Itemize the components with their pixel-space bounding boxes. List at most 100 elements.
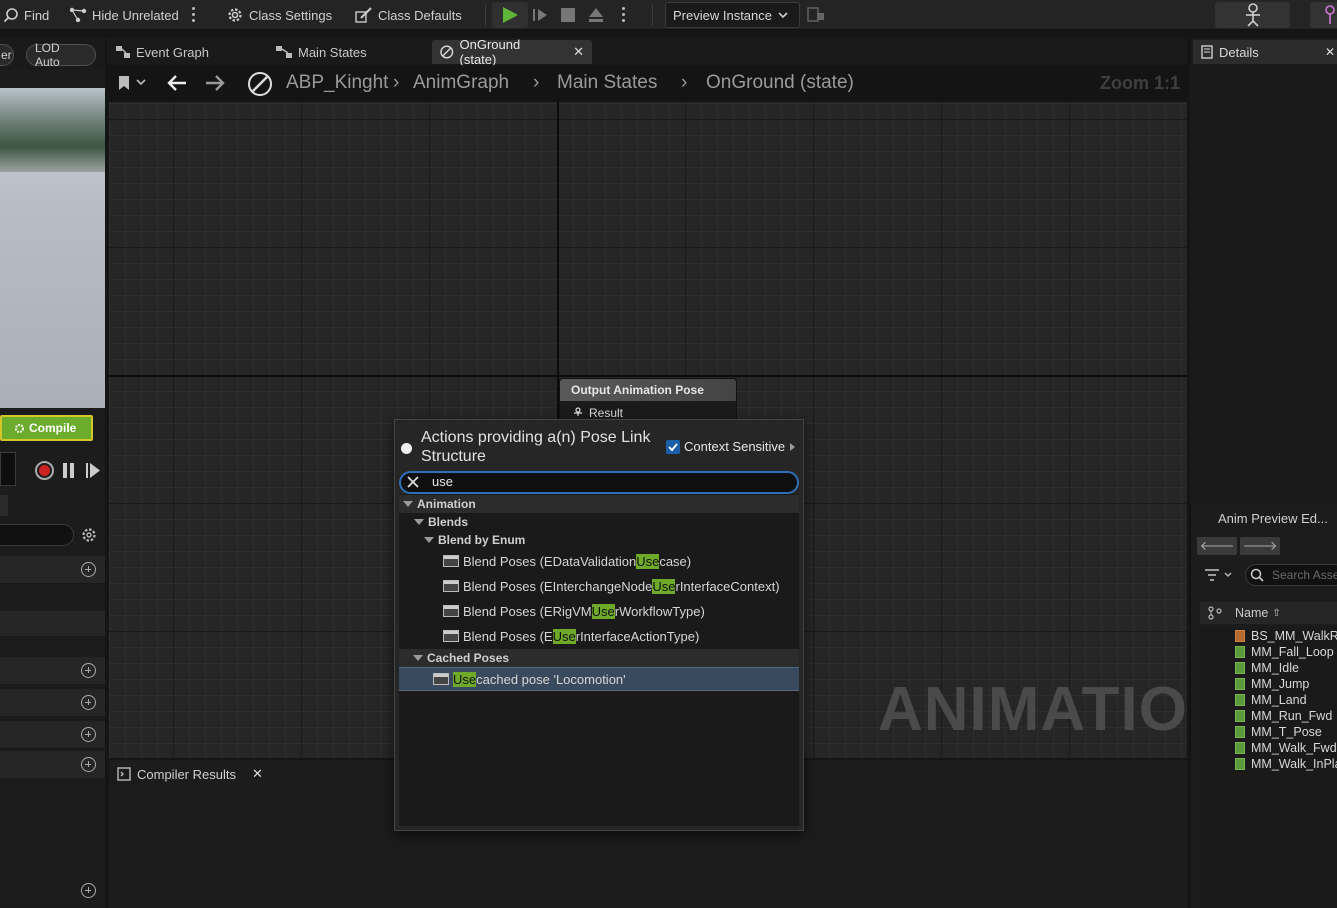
tab-event-graph-label: Event Graph [136,44,209,60]
preview-instance-label: Preview Instance [673,7,772,23]
add-graph-icon[interactable] [81,562,96,577]
subcategory-blends[interactable]: Blends [414,513,468,531]
subcategory-blend-by-enum[interactable]: Blend by Enum [424,531,525,549]
eject-icon[interactable] [587,6,605,24]
action-item-selected[interactable]: Use cached pose 'Locomotion' [399,667,799,691]
filter-icon[interactable] [1204,567,1234,583]
asset-row[interactable]: MM_Land [1235,692,1307,708]
anim-blueprint-button[interactable] [1310,2,1337,28]
breadcrumb-item-onground[interactable]: OnGround (state) [706,72,854,94]
add-item-icon[interactable] [81,757,96,772]
context-sensitive-checkbox[interactable] [666,440,680,454]
animation-asset-icon [1235,758,1245,770]
my-blueprint-section-other[interactable] [0,751,105,779]
record-button[interactable] [35,461,54,480]
result-pin[interactable]: Result [560,401,736,420]
stop-icon[interactable] [559,6,577,24]
asset-row[interactable]: MM_Run_Fwd [1235,708,1332,724]
output-animation-pose-node[interactable]: Output Animation Pose Result [559,378,737,424]
skeleton-icon [1245,3,1260,27]
left-search-input[interactable] [0,524,74,546]
add-variable-icon[interactable] [81,695,96,710]
context-sensitive-label[interactable]: Context Sensitive [684,439,785,454]
action-item-text-before: Blend Poses (EInterchangeNode [463,578,653,594]
asset-row[interactable]: BS_MM_WalkRun [1235,628,1337,644]
close-tab-icon[interactable]: ✕ [573,44,584,60]
breadcrumb-item-main-states[interactable]: Main States [557,72,657,94]
close-tab-icon[interactable]: ✕ [1325,45,1335,59]
my-blueprint-section-dispatchers[interactable] [0,721,105,749]
compile-button[interactable]: Compile [0,415,93,441]
source-control-icon[interactable] [1208,606,1222,620]
tab-details[interactable]: Details ✕ [1193,40,1337,64]
tab-onground-state[interactable]: OnGround (state) ✕ [432,37,592,67]
action-item-text-after: rWorkflowType) [614,603,705,619]
expand-arrow-icon[interactable] [790,443,795,451]
asset-list-header: Name ⇧ [1200,602,1337,624]
breadcrumb-item-animgraph[interactable]: AnimGraph [413,72,509,94]
preview-instance-dropdown[interactable]: Preview Instance [665,2,800,28]
clear-search-icon[interactable] [405,474,421,490]
asset-row[interactable]: MM_T_Pose [1235,724,1322,740]
tab-onground-label: OnGround (state) [459,37,521,67]
search-match-highlight: Use [591,603,615,619]
class-defaults-button[interactable]: Class Defaults [355,5,462,25]
asset-row[interactable]: MM_Walk_Fwd [1235,740,1337,756]
play-button[interactable] [492,2,528,28]
name-column-header[interactable]: Name [1235,606,1268,620]
back-arrow-icon: 🡐 [1199,538,1235,553]
asset-name: MM_Land [1251,693,1307,707]
tab-event-graph[interactable]: Event Graph [108,40,217,64]
lod-auto-label: LOD Auto [35,41,60,69]
hide-unrelated-options-icon[interactable] [192,7,196,23]
asset-row[interactable]: MM_Walk_InPlace [1235,756,1337,772]
asset-back-button[interactable]: 🡐 [1197,537,1237,555]
tab-main-states[interactable]: Main States [268,40,375,64]
play-options-icon[interactable] [622,7,626,23]
category-animation-label: Animation [417,497,476,511]
asset-row[interactable]: MM_Jump [1235,676,1309,692]
action-item[interactable]: Blend Poses (EDataValidation Use case) [399,549,799,573]
breadcrumb-item-abp-kinght[interactable]: ABP_Kinght [286,72,388,94]
add-dispatcher-icon[interactable] [81,727,96,742]
tab-anim-preview-editor[interactable]: Anim Preview Ed... [1200,508,1337,530]
action-item[interactable]: Blend Poses (E Use rInterfaceActionType) [399,624,799,648]
my-blueprint-section-functions[interactable] [0,611,105,637]
skeleton-button[interactable] [1215,2,1290,28]
close-tab-icon[interactable]: ✕ [252,766,263,782]
bookmark-icon[interactable] [117,74,147,92]
asset-row[interactable]: MM_Fall_Loop [1235,644,1334,660]
forward-arrow-icon[interactable] [204,74,226,92]
output-node-title: Output Animation Pose [560,379,736,401]
zoom-level: Zoom 1:1 [1100,73,1181,93]
timeline-field[interactable] [0,452,16,486]
hide-unrelated-button[interactable]: Hide Unrelated [69,5,179,25]
action-item[interactable]: Blend Poses (ERigVM Use rWorkflowType) [399,599,799,623]
graph-watermark: ANIMATION [878,675,1234,744]
play-forward-icon[interactable] [85,462,101,479]
my-blueprint-section-macros[interactable] [0,657,105,685]
node-icon [443,555,459,567]
action-search-input[interactable]: use [399,471,799,494]
tab-compiler-results[interactable]: Compiler Results ✕ [109,762,269,786]
category-animation[interactable]: Animation [399,495,799,513]
action-item[interactable]: Blend Poses (EInterchangeNode Use rInterfa… [399,574,799,598]
settings-gear-icon[interactable] [80,526,98,544]
class-settings-button[interactable]: Class Settings [226,5,332,25]
back-arrow-icon[interactable] [166,74,188,92]
add-bottom-icon[interactable] [81,883,96,898]
debug-filter-icon[interactable] [806,6,826,24]
asset-row[interactable]: MM_Idle [1235,660,1299,676]
pause-icon[interactable] [62,462,76,479]
expanded-triangle-icon [403,501,413,507]
left-tab-stub[interactable] [0,495,8,517]
nodes-icon [69,7,87,23]
subcategory-cached-poses[interactable]: Cached Poses [399,649,799,667]
find-button[interactable]: Find [3,5,49,25]
asset-forward-button[interactable]: 🡒 [1240,537,1280,555]
add-macro-icon[interactable] [81,663,96,678]
my-blueprint-section-variables[interactable] [0,689,105,717]
lod-auto-pill[interactable]: LOD Auto [26,41,96,69]
my-blueprint-section-graphs[interactable] [0,556,105,584]
step-icon[interactable] [531,6,549,24]
